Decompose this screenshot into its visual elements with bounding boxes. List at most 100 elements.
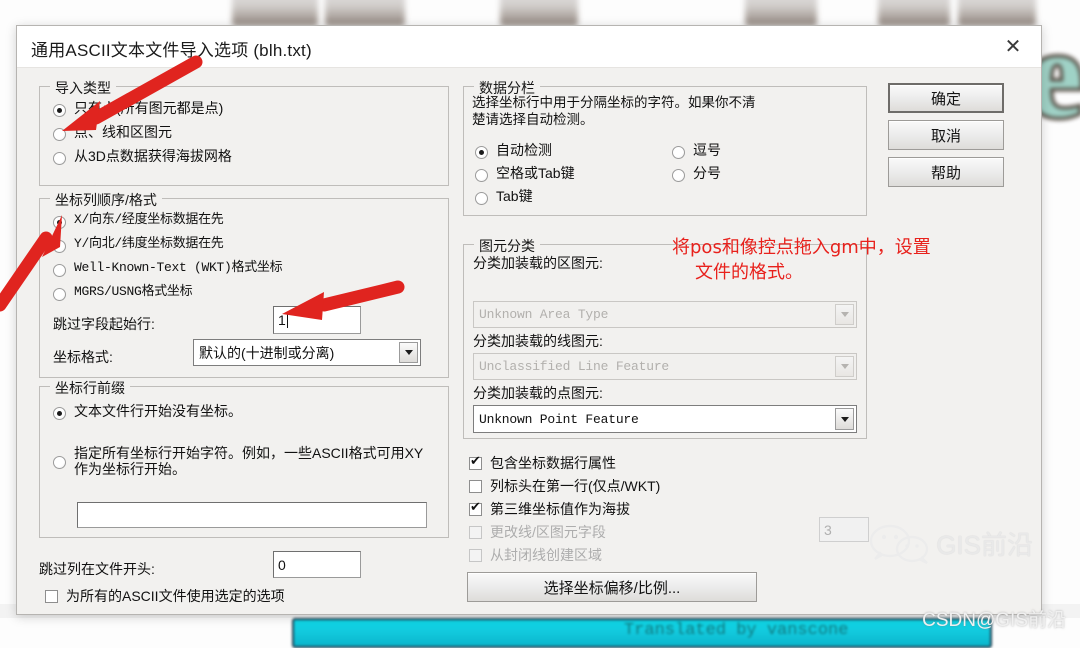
bg-tab-shape xyxy=(232,0,318,26)
radio-import-3d-elevation-grid[interactable]: 从3D点数据获得海拔网格 xyxy=(53,149,232,165)
checkbox-indicator xyxy=(469,548,482,562)
radio-y-north-latitude-first[interactable]: Y/向北/纬度坐标数据在先 xyxy=(53,237,224,253)
checkbox-third-dim-elevation[interactable]: 第三维坐标值作为海拔 xyxy=(469,499,630,519)
checkbox-label: 更改线/区图元字段 xyxy=(490,524,606,540)
chevron-down-icon[interactable] xyxy=(399,342,418,363)
line-feature-label: 分类加装载的线图元: xyxy=(473,333,603,349)
line-feature-value: Unclassified Line Feature xyxy=(479,359,670,374)
checkbox-indicator xyxy=(469,454,482,470)
radio-specify-coord-prefix[interactable]: 指定所有坐标行开始字符。例如，一些ASCII格式可用XY作为坐标行开始。 xyxy=(53,445,438,477)
radio-indicator xyxy=(53,152,66,165)
radio-label: 文本文件行开始没有坐标。 xyxy=(74,403,242,419)
radio-indicator xyxy=(475,169,488,182)
dialog-titlebar: 通用ASCII文本文件导入选项 (blh.txt) ✕ xyxy=(17,26,1041,68)
area-feature-dropdown: Unknown Area Type xyxy=(473,301,857,328)
radio-label: 点、线和区图元 xyxy=(74,124,172,140)
bg-tab-shape xyxy=(325,0,405,26)
radio-wkt-format[interactable]: Well-Known-Text (WKT)格式坐标 xyxy=(53,260,283,277)
translated-by-text: Translated by vanscone xyxy=(624,621,849,640)
dialog-title: 通用ASCII文本文件导入选项 (blh.txt) xyxy=(31,41,312,60)
select-coord-offset-scale-button[interactable]: 选择坐标偏移/比例... xyxy=(467,572,757,602)
radio-indicator xyxy=(672,146,685,159)
radio-indicator xyxy=(475,146,488,159)
ascii-import-options-dialog: 通用ASCII文本文件导入选项 (blh.txt) ✕ 导入类型 只有点(所有图… xyxy=(16,25,1042,615)
area-feature-value: Unknown Area Type xyxy=(479,307,609,322)
skip-columns-input[interactable]: 0 xyxy=(273,551,361,578)
radio-delimiter-auto-detect[interactable]: 自动检测 xyxy=(475,143,552,159)
checkbox-change-line-area-field: 更改线/区图元字段 xyxy=(469,522,606,542)
radio-label: Y/向北/纬度坐标数据在先 xyxy=(74,236,224,251)
checkbox-create-area-from-closed-line: 从封闭线创建区域 xyxy=(469,545,602,565)
point-feature-value: Unknown Point Feature xyxy=(479,411,639,427)
radio-x-east-longitude-first[interactable]: X/向东/经度坐标数据在先 xyxy=(53,213,224,229)
skip-rows-label: 跳过字段起始行: xyxy=(53,316,155,332)
radio-indicator xyxy=(53,288,66,301)
cancel-button[interactable]: 取消 xyxy=(888,120,1004,150)
radio-indicator xyxy=(672,169,685,182)
area-feature-label: 分类加装载的区图元: xyxy=(473,255,603,271)
checkbox-label: 从封闭线创建区域 xyxy=(490,547,602,563)
radio-label: 自动检测 xyxy=(496,142,552,158)
point-feature-label: 分类加装载的点图元: xyxy=(473,385,603,401)
radio-label: 逗号 xyxy=(693,142,721,158)
checkbox-header-first-row[interactable]: 列标头在第一行(仅点/WKT) xyxy=(469,476,660,496)
radio-indicator xyxy=(53,128,66,141)
radio-indicator xyxy=(53,264,66,277)
skip-columns-value: 0 xyxy=(278,556,286,573)
skip-rows-value: 1 xyxy=(278,312,286,328)
bg-bottom-blue-bar: Translated by vanscone xyxy=(292,618,992,648)
skip-columns-label: 跳过列在文件开头: xyxy=(39,561,155,577)
coord-prefix-input[interactable] xyxy=(77,502,427,528)
checkbox-label: 第三维坐标值作为海拔 xyxy=(490,501,630,517)
coord-order-legend: 坐标列顺序/格式 xyxy=(50,190,162,210)
help-button[interactable]: 帮助 xyxy=(888,157,1004,187)
import-type-legend: 导入类型 xyxy=(50,78,116,98)
chevron-down-icon[interactable] xyxy=(835,408,854,430)
chevron-down-icon xyxy=(835,356,854,377)
radio-label: Well-Known-Text (WKT)格式坐标 xyxy=(74,260,283,275)
radio-delimiter-comma[interactable]: 逗号 xyxy=(672,143,721,159)
watermark-csdn: CSDN@GIS前沿 xyxy=(922,610,1066,631)
screenshot-root: e e Translated by vanscone 通用ASCII文本文件导入… xyxy=(0,0,1080,648)
radio-delimiter-space-or-tab[interactable]: 空格或Tab键 xyxy=(475,166,575,182)
point-feature-dropdown[interactable]: Unknown Point Feature xyxy=(473,405,857,433)
radio-label: 从3D点数据获得海拔网格 xyxy=(74,148,232,164)
radio-mgrs-usng-format[interactable]: MGRS/USNG格式坐标 xyxy=(53,284,193,301)
checkbox-label: 为所有的ASCII文件使用选定的选项 xyxy=(66,588,285,604)
radio-import-point-line-area[interactable]: 点、线和区图元 xyxy=(53,125,172,141)
radio-label: 分号 xyxy=(693,165,721,181)
chevron-down-icon xyxy=(835,304,854,325)
checkbox-apply-all-ascii[interactable]: 为所有的ASCII文件使用选定的选项 xyxy=(45,586,285,606)
radio-label: 只有点(所有图元都是点) xyxy=(74,100,224,116)
close-icon[interactable]: ✕ xyxy=(991,30,1035,62)
checkbox-indicator xyxy=(45,589,58,603)
radio-indicator xyxy=(53,240,66,253)
text-caret xyxy=(286,312,288,328)
checkbox-include-attributes[interactable]: 包含坐标数据行属性 xyxy=(469,453,616,473)
radio-indicator xyxy=(53,456,66,469)
bg-tab-shape xyxy=(745,0,817,26)
radio-indicator xyxy=(53,407,66,420)
data-split-desc-1: 选择坐标行中用于分隔坐标的字符。如果你不清 xyxy=(472,95,756,110)
radio-label: 空格或Tab键 xyxy=(496,165,575,181)
radio-no-coord-prefix[interactable]: 文本文件行开始没有坐标。 xyxy=(53,404,242,420)
radio-indicator xyxy=(475,192,488,205)
radio-label: 指定所有坐标行开始字符。例如，一些ASCII格式可用XY作为坐标行开始。 xyxy=(74,445,424,477)
field-count-value: 3 xyxy=(824,521,832,538)
radio-label: MGRS/USNG格式坐标 xyxy=(74,284,193,299)
skip-rows-input[interactable]: 1 xyxy=(273,306,361,334)
ok-button[interactable]: 确定 xyxy=(888,83,1004,113)
bg-tab-shape xyxy=(878,0,950,26)
checkbox-label: 列标头在第一行(仅点/WKT) xyxy=(490,478,661,494)
line-prefix-legend: 坐标行前缀 xyxy=(50,378,130,398)
annotation-line-2: 文件的格式。 xyxy=(695,262,803,283)
checkbox-indicator xyxy=(469,500,482,516)
checkbox-indicator xyxy=(469,479,482,493)
data-split-desc-2: 楚请选择自动检测。 xyxy=(472,112,594,127)
coord-format-dropdown[interactable]: 默认的(十进制或分离) xyxy=(193,339,421,366)
line-feature-dropdown: Unclassified Line Feature xyxy=(473,353,857,380)
radio-delimiter-semicolon[interactable]: 分号 xyxy=(672,166,721,182)
radio-delimiter-tab[interactable]: Tab键 xyxy=(475,189,533,205)
radio-indicator xyxy=(53,216,66,229)
radio-import-points-only[interactable]: 只有点(所有图元都是点) xyxy=(53,101,223,117)
